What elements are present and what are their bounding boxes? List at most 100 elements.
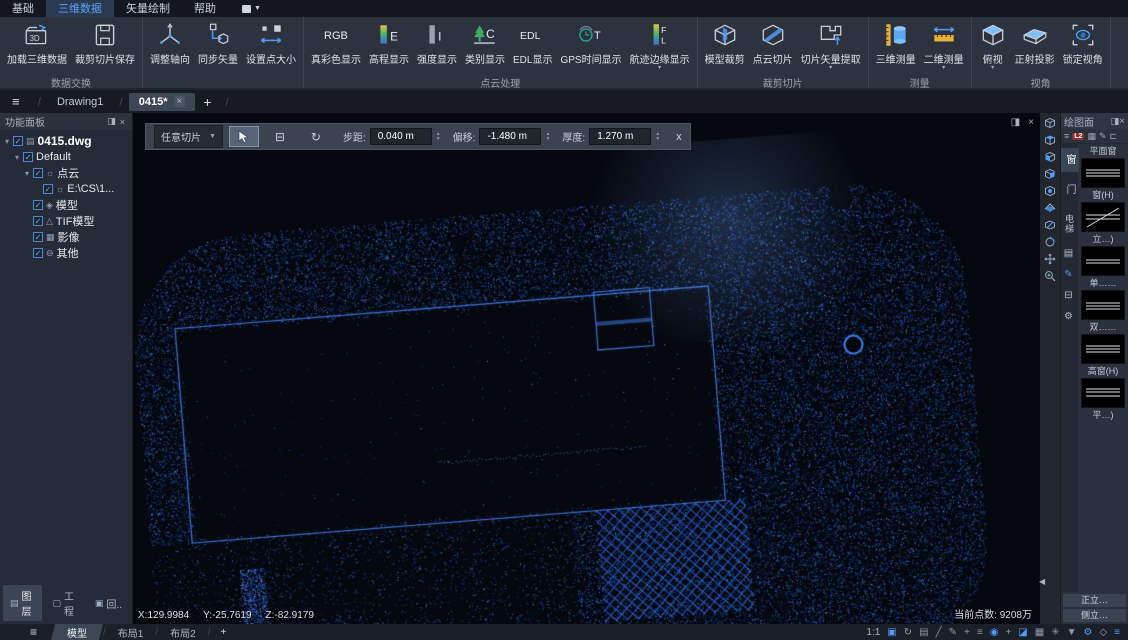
close-tab-icon[interactable]: ×: [174, 96, 186, 107]
stepper-arrows[interactable]: ▲▼: [545, 132, 550, 142]
checkbox[interactable]: ✓: [33, 200, 43, 210]
checkbox[interactable]: ✓: [33, 216, 43, 226]
line-tool-icon[interactable]: ╱: [936, 627, 942, 638]
tab-elevator[interactable]: 电梯: [1061, 208, 1078, 240]
track-edge-display-button[interactable]: F L 航迹边缘显示 ▾: [626, 18, 694, 72]
block-thumbnail[interactable]: [1081, 334, 1125, 364]
side-elevation-button[interactable]: 侧立…: [1063, 609, 1126, 622]
menu-tab-vector-draw[interactable]: 矢量绘制: [114, 0, 182, 17]
rgb-display-button[interactable]: RGB 真彩色显示: [307, 18, 365, 67]
top-view-button[interactable]: 俯视 ▾: [975, 18, 1011, 72]
intensity-display-button[interactable]: I 强度显示: [413, 18, 461, 67]
save-clip-button[interactable]: 裁剪切片保存: [71, 18, 139, 67]
view-cube-icon[interactable]: [1042, 149, 1058, 165]
grid-toggle-icon[interactable]: ▣: [887, 627, 896, 638]
ortho-projection-button[interactable]: 正射投影: [1011, 18, 1059, 67]
collapse-panel-arrow[interactable]: ◀: [1039, 577, 1045, 586]
float-viewport-icon[interactable]: ◨: [1011, 117, 1020, 128]
tab-layout2[interactable]: 布局2: [158, 624, 208, 640]
tab-layout1[interactable]: 布局1: [106, 624, 156, 640]
block-thumbnail[interactable]: [1081, 202, 1125, 232]
thickness-input[interactable]: 1.270 m: [589, 128, 651, 145]
view-cube-icon[interactable]: [1042, 115, 1058, 131]
layout-menu-icon[interactable]: ≡: [0, 625, 51, 639]
view-pan-icon[interactable]: [1042, 251, 1058, 267]
stairs-icon[interactable]: ▤: [1062, 246, 1077, 261]
view-cube-icon[interactable]: [1042, 183, 1058, 199]
chevron-down-icon[interactable]: ▾: [942, 66, 945, 71]
tab-playback[interactable]: ▣ 回..: [88, 585, 129, 621]
tab-window[interactable]: 窗: [1061, 148, 1079, 172]
crosshair-icon[interactable]: +: [964, 627, 970, 638]
add-layout-button[interactable]: +: [210, 627, 236, 638]
lineweight-icon[interactable]: ≡: [977, 627, 983, 638]
tab-door[interactable]: 门: [1061, 178, 1079, 202]
slice-mode-select[interactable]: 任意切片 ▼: [154, 125, 223, 148]
pencil-icon[interactable]: ✎: [949, 627, 957, 638]
checkbox[interactable]: ✓: [33, 248, 43, 258]
block-thumbnail[interactable]: [1081, 246, 1125, 276]
rotate-slice-button[interactable]: ↻: [301, 126, 331, 147]
scale-readout[interactable]: 1:1: [866, 627, 880, 638]
tree-row-default[interactable]: ▾ ✓ Default: [2, 149, 130, 165]
checkbox[interactable]: ✓: [23, 152, 33, 162]
settings-gear-icon[interactable]: ⚙: [1062, 309, 1077, 324]
slice-vector-extract-button[interactable]: 切片矢量提取 ▾: [797, 18, 865, 72]
cloud-slice-button[interactable]: 点云切片: [749, 18, 797, 67]
front-elevation-button[interactable]: 正立…: [1063, 594, 1126, 607]
snowflake-icon[interactable]: ✳: [1051, 627, 1059, 638]
tree-row-other[interactable]: ✓ ⊖ 其他: [2, 245, 130, 261]
tab-model[interactable]: 模型: [51, 624, 103, 640]
slice-plane-button[interactable]: ⊟: [265, 126, 295, 147]
view-cube-icon[interactable]: [1042, 200, 1058, 216]
expander-icon[interactable]: ▾: [2, 137, 12, 146]
fullscreen-icon[interactable]: ◇: [1099, 627, 1107, 638]
chevron-down-icon[interactable]: ▾: [829, 66, 832, 71]
measure-2d-button[interactable]: 二维测量 ▾: [920, 18, 968, 72]
grid-icon[interactable]: ▦: [1087, 131, 1096, 142]
block-thumbnail[interactable]: [1081, 158, 1125, 188]
rotate-toggle-icon[interactable]: ↻: [904, 627, 912, 638]
close-slicebar-button[interactable]: x: [676, 131, 682, 143]
expander-icon[interactable]: ▾: [12, 153, 22, 162]
dock-panel-icon[interactable]: ◨: [1111, 116, 1120, 127]
tree-row-dwg[interactable]: ▾ ✓ ▤ 0415.dwg: [2, 133, 130, 149]
offset-input[interactable]: -1.480 m: [479, 128, 541, 145]
tree-row-model[interactable]: ✓ ◈ 模型: [2, 197, 130, 213]
elevation-display-button[interactable]: E 高程显示: [365, 18, 413, 67]
sync-vector-button[interactable]: 同步矢量: [194, 18, 242, 67]
point-size-button[interactable]: 设置点大小: [242, 18, 300, 67]
dock-panel-icon[interactable]: ◨: [105, 116, 118, 127]
tab-project[interactable]: ▢ 工程: [45, 585, 84, 621]
lock-view-button[interactable]: 锁定视角: [1059, 18, 1107, 67]
brush-icon[interactable]: ✎: [1099, 131, 1107, 142]
point-cloud-canvas[interactable]: [133, 113, 1040, 624]
expander-icon[interactable]: ▾: [22, 169, 32, 178]
chevron-down-icon[interactable]: ▾: [658, 66, 661, 71]
3d-viewport[interactable]: 任意切片 ▼ ⊟ ↻ 步距: 0.040 m ▲▼ 偏移: -1.480 m ▲…: [133, 113, 1040, 624]
snap-grid-icon[interactable]: ▤: [919, 627, 928, 638]
edl-display-button[interactable]: EDL EDL显示: [509, 18, 556, 67]
pen-icon[interactable]: ✎: [1062, 267, 1076, 282]
label-icon[interactable]: ⊟: [1062, 288, 1076, 303]
close-panel-icon[interactable]: ×: [118, 117, 127, 127]
block-thumbnail[interactable]: [1081, 290, 1125, 320]
adjust-axis-button[interactable]: 调整轴向: [146, 18, 194, 67]
field-icon[interactable]: ⊏: [1110, 131, 1118, 142]
close-panel-icon[interactable]: ×: [1119, 116, 1125, 127]
viewport-toggle-icon[interactable]: ◉: [990, 627, 999, 638]
pick-slice-button[interactable]: [229, 126, 259, 147]
flag-icon[interactable]: ◪: [1018, 627, 1027, 638]
view-cube-icon[interactable]: [1042, 166, 1058, 182]
view-cube-icon[interactable]: [1042, 217, 1058, 233]
measure-3d-button[interactable]: 三维测量: [872, 18, 920, 67]
model-clip-button[interactable]: 模型裁剪: [701, 18, 749, 67]
stepper-arrows[interactable]: ▲▼: [436, 132, 441, 142]
block-thumbnail[interactable]: [1081, 378, 1125, 408]
step-input[interactable]: 0.040 m: [370, 128, 432, 145]
add-view-icon[interactable]: +: [1005, 627, 1011, 638]
view-rotate-icon[interactable]: [1042, 234, 1058, 250]
doc-tab-drawing1[interactable]: Drawing1: [47, 93, 113, 111]
class-display-button[interactable]: C 类别显示: [461, 18, 509, 67]
add-tab-button[interactable]: +: [195, 94, 219, 110]
